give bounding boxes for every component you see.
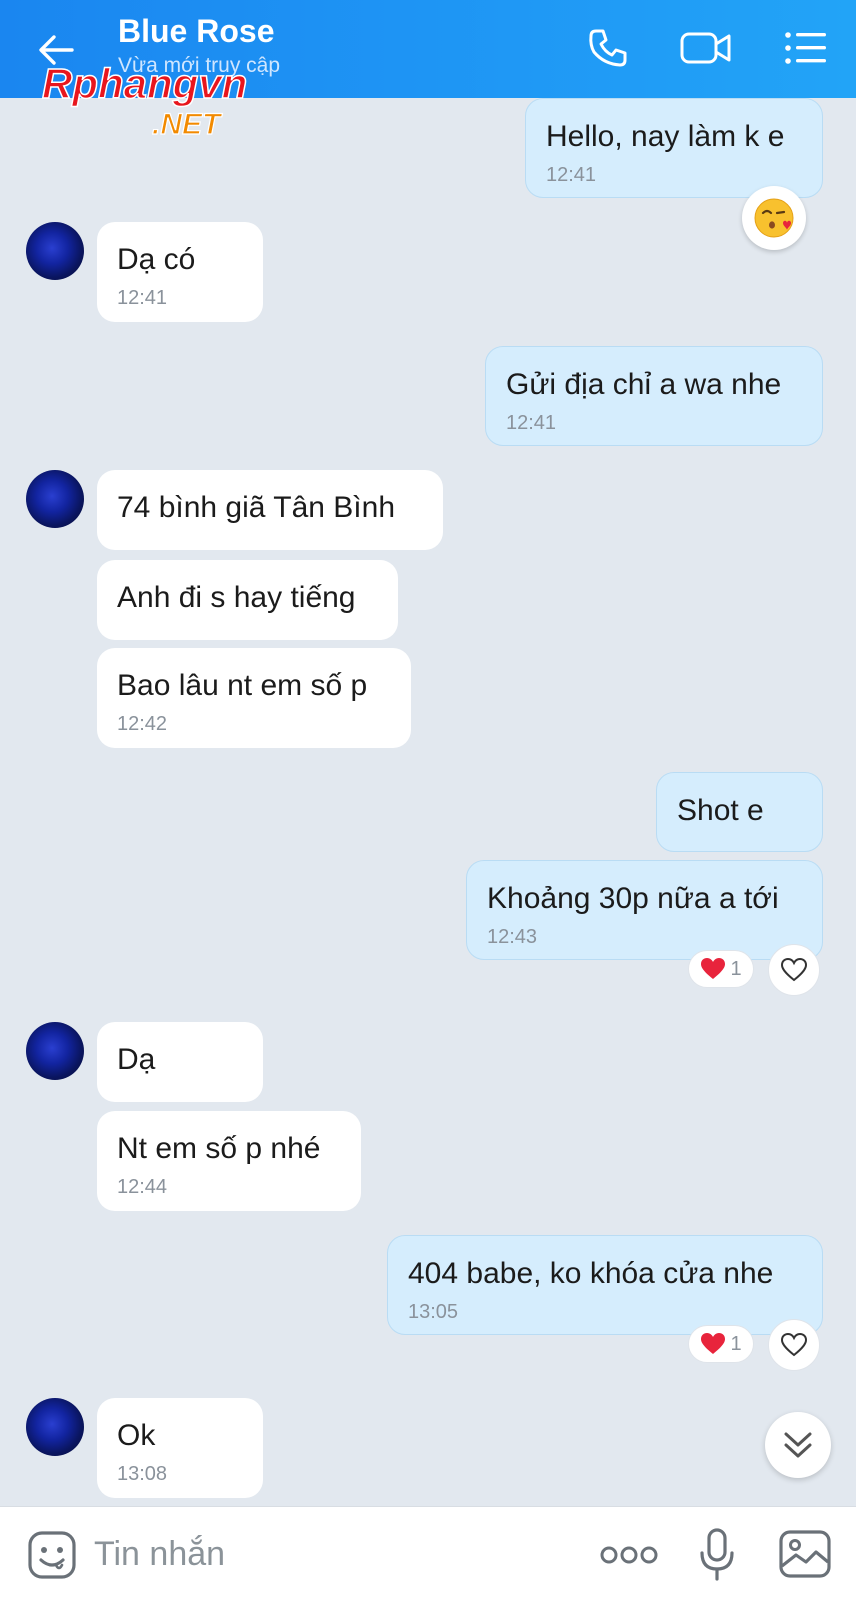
message-incoming[interactable]: Nt em số p nhé 12:44 — [97, 1111, 361, 1211]
contact-name: Blue Rose — [118, 13, 275, 49]
kiss-face-icon — [754, 198, 794, 238]
heart-icon — [701, 1333, 726, 1354]
double-chevron-down-icon — [784, 1432, 812, 1458]
heart-outline-icon — [780, 957, 808, 982]
voice-call-button[interactable] — [578, 20, 638, 76]
message-incoming[interactable]: 74 bình giã Tân Bình — [97, 470, 443, 550]
message-time: 12:41 — [506, 412, 557, 434]
message-text: Khoảng 30p nữa a tới — [487, 882, 779, 915]
message-text: Hello, nay làm k e — [546, 120, 785, 153]
message-text: Nt em số p nhé — [117, 1132, 321, 1165]
image-button[interactable] — [776, 1525, 834, 1583]
back-arrow-icon — [39, 35, 74, 65]
message-outgoing[interactable]: Shot e — [656, 772, 823, 852]
message-time: 12:41 — [546, 164, 597, 186]
watermark-net: .NET — [152, 108, 223, 140]
microphone-icon — [700, 1528, 734, 1581]
message-outgoing[interactable]: Gửi địa chỉ a wa nhe 12:41 — [485, 346, 823, 446]
avatar[interactable] — [26, 222, 84, 280]
image-icon — [779, 1530, 831, 1578]
message-time: 13:08 — [117, 1463, 168, 1485]
reaction-number: 1 — [730, 1332, 742, 1355]
message-text: Dạ có — [117, 243, 196, 276]
message-incoming[interactable]: Bao lâu nt em số p 12:42 — [97, 648, 411, 748]
scroll-to-bottom-button[interactable] — [765, 1412, 831, 1478]
reaction-count[interactable]: 1 — [688, 1325, 754, 1363]
message-time: 12:41 — [117, 287, 168, 309]
message-text: Bao lâu nt em số p — [117, 669, 368, 702]
react-button[interactable] — [768, 944, 820, 996]
message-incoming[interactable]: Anh đi s hay tiếng — [97, 560, 398, 640]
message-outgoing[interactable]: 404 babe, ko khóa cửa nhe 13:05 — [387, 1235, 823, 1335]
message-time: 12:43 — [487, 926, 538, 948]
message-input[interactable] — [94, 1525, 574, 1583]
more-icon — [600, 1546, 658, 1564]
message-outgoing[interactable]: Hello, nay làm k e 12:41 — [525, 98, 823, 198]
message-text: Gửi địa chỉ a wa nhe — [506, 368, 782, 401]
message-incoming[interactable]: Dạ có 12:41 — [97, 222, 263, 322]
video-call-button[interactable] — [676, 20, 736, 76]
sticker-icon — [28, 1531, 76, 1579]
message-outgoing[interactable]: Khoảng 30p nữa a tới 12:43 — [466, 860, 823, 960]
react-button[interactable] — [768, 1319, 820, 1371]
reaction-count[interactable]: 1 — [688, 950, 754, 988]
message-text: 404 babe, ko khóa cửa nhe — [408, 1257, 774, 1290]
sticker-button[interactable] — [24, 1527, 80, 1583]
avatar[interactable] — [26, 1022, 84, 1080]
composer-bar — [0, 1506, 856, 1600]
menu-list-icon — [785, 32, 826, 64]
avatar[interactable] — [26, 1398, 84, 1456]
message-incoming[interactable]: Ok 13:08 — [97, 1398, 263, 1498]
contact-status: Vừa mới truy cập — [118, 54, 281, 77]
message-text: 74 bình giã Tân Bình — [117, 491, 395, 524]
chat-header: Blue Rose Vừa mới truy cập — [0, 0, 856, 98]
heart-outline-icon — [780, 1332, 808, 1357]
avatar[interactable] — [26, 470, 84, 528]
phone-icon — [589, 29, 627, 67]
message-time: 12:42 — [117, 713, 168, 735]
message-text: Dạ — [117, 1043, 156, 1076]
contact-info[interactable]: Blue Rose Vừa mới truy cập — [118, 12, 280, 80]
more-button[interactable] — [596, 1535, 662, 1575]
video-call-icon — [680, 32, 731, 64]
message-time: 12:44 — [117, 1176, 168, 1198]
message-text: Shot e — [677, 794, 764, 827]
voice-message-button[interactable] — [690, 1523, 744, 1587]
reaction-badge[interactable] — [742, 186, 806, 250]
message-text: Ok — [117, 1419, 156, 1452]
back-button[interactable] — [28, 22, 84, 78]
reaction-number: 1 — [730, 957, 742, 980]
menu-button[interactable] — [776, 20, 836, 76]
message-time: 13:05 — [408, 1301, 459, 1323]
heart-icon — [701, 958, 726, 979]
message-incoming[interactable]: Dạ — [97, 1022, 263, 1102]
message-text: Anh đi s hay tiếng — [117, 581, 356, 614]
